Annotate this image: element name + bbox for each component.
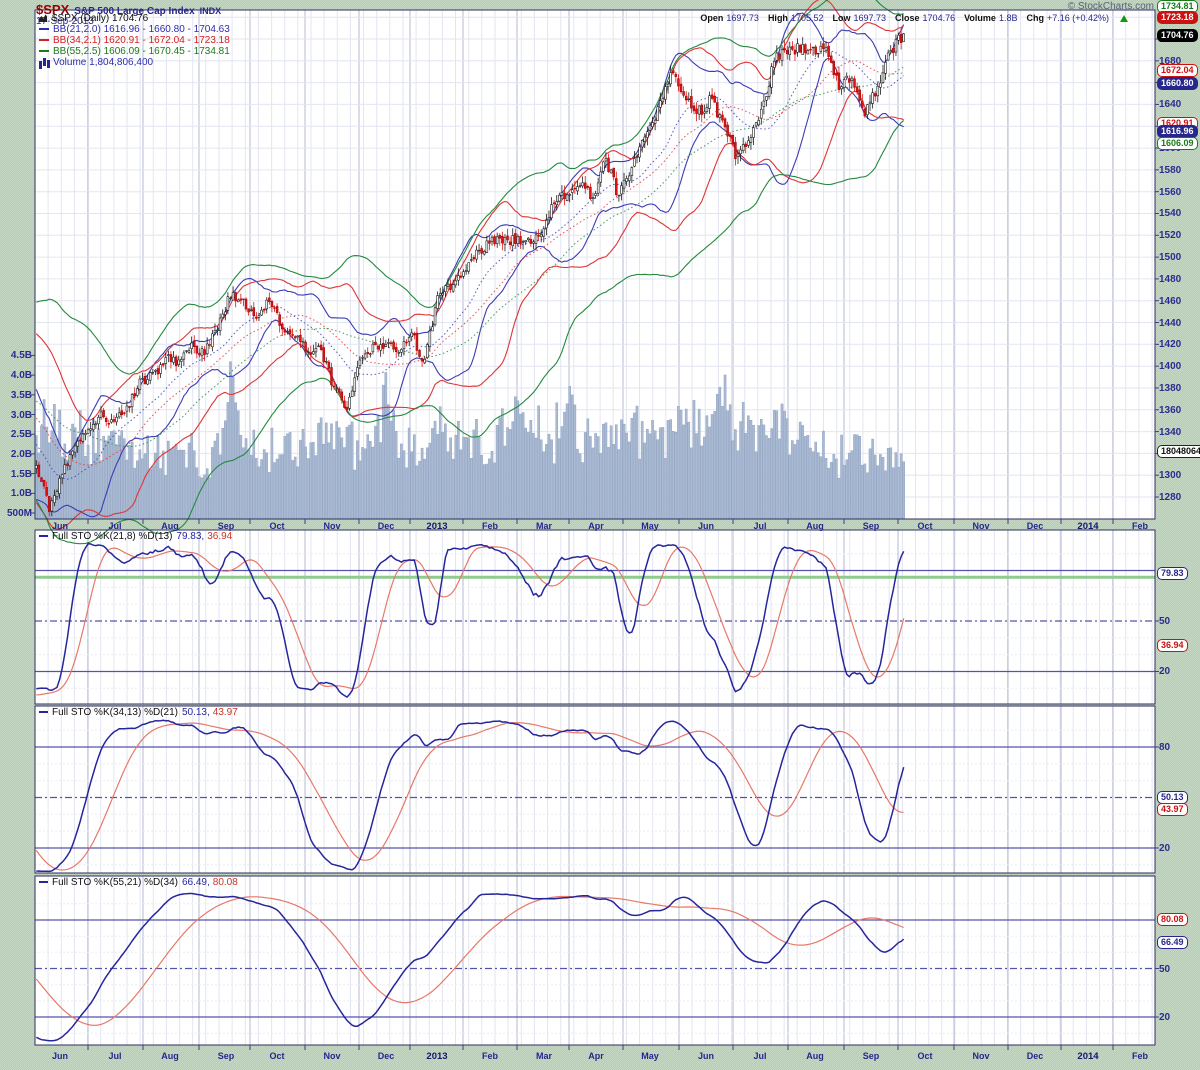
stockcharts-page: $SPXS&P 500 Large Cap IndexINDX 17-Sep-2… bbox=[0, 0, 1200, 1070]
panel-backgrounds bbox=[35, 10, 1155, 1045]
price-and-stochastics-chart-svg bbox=[0, 0, 1200, 1070]
